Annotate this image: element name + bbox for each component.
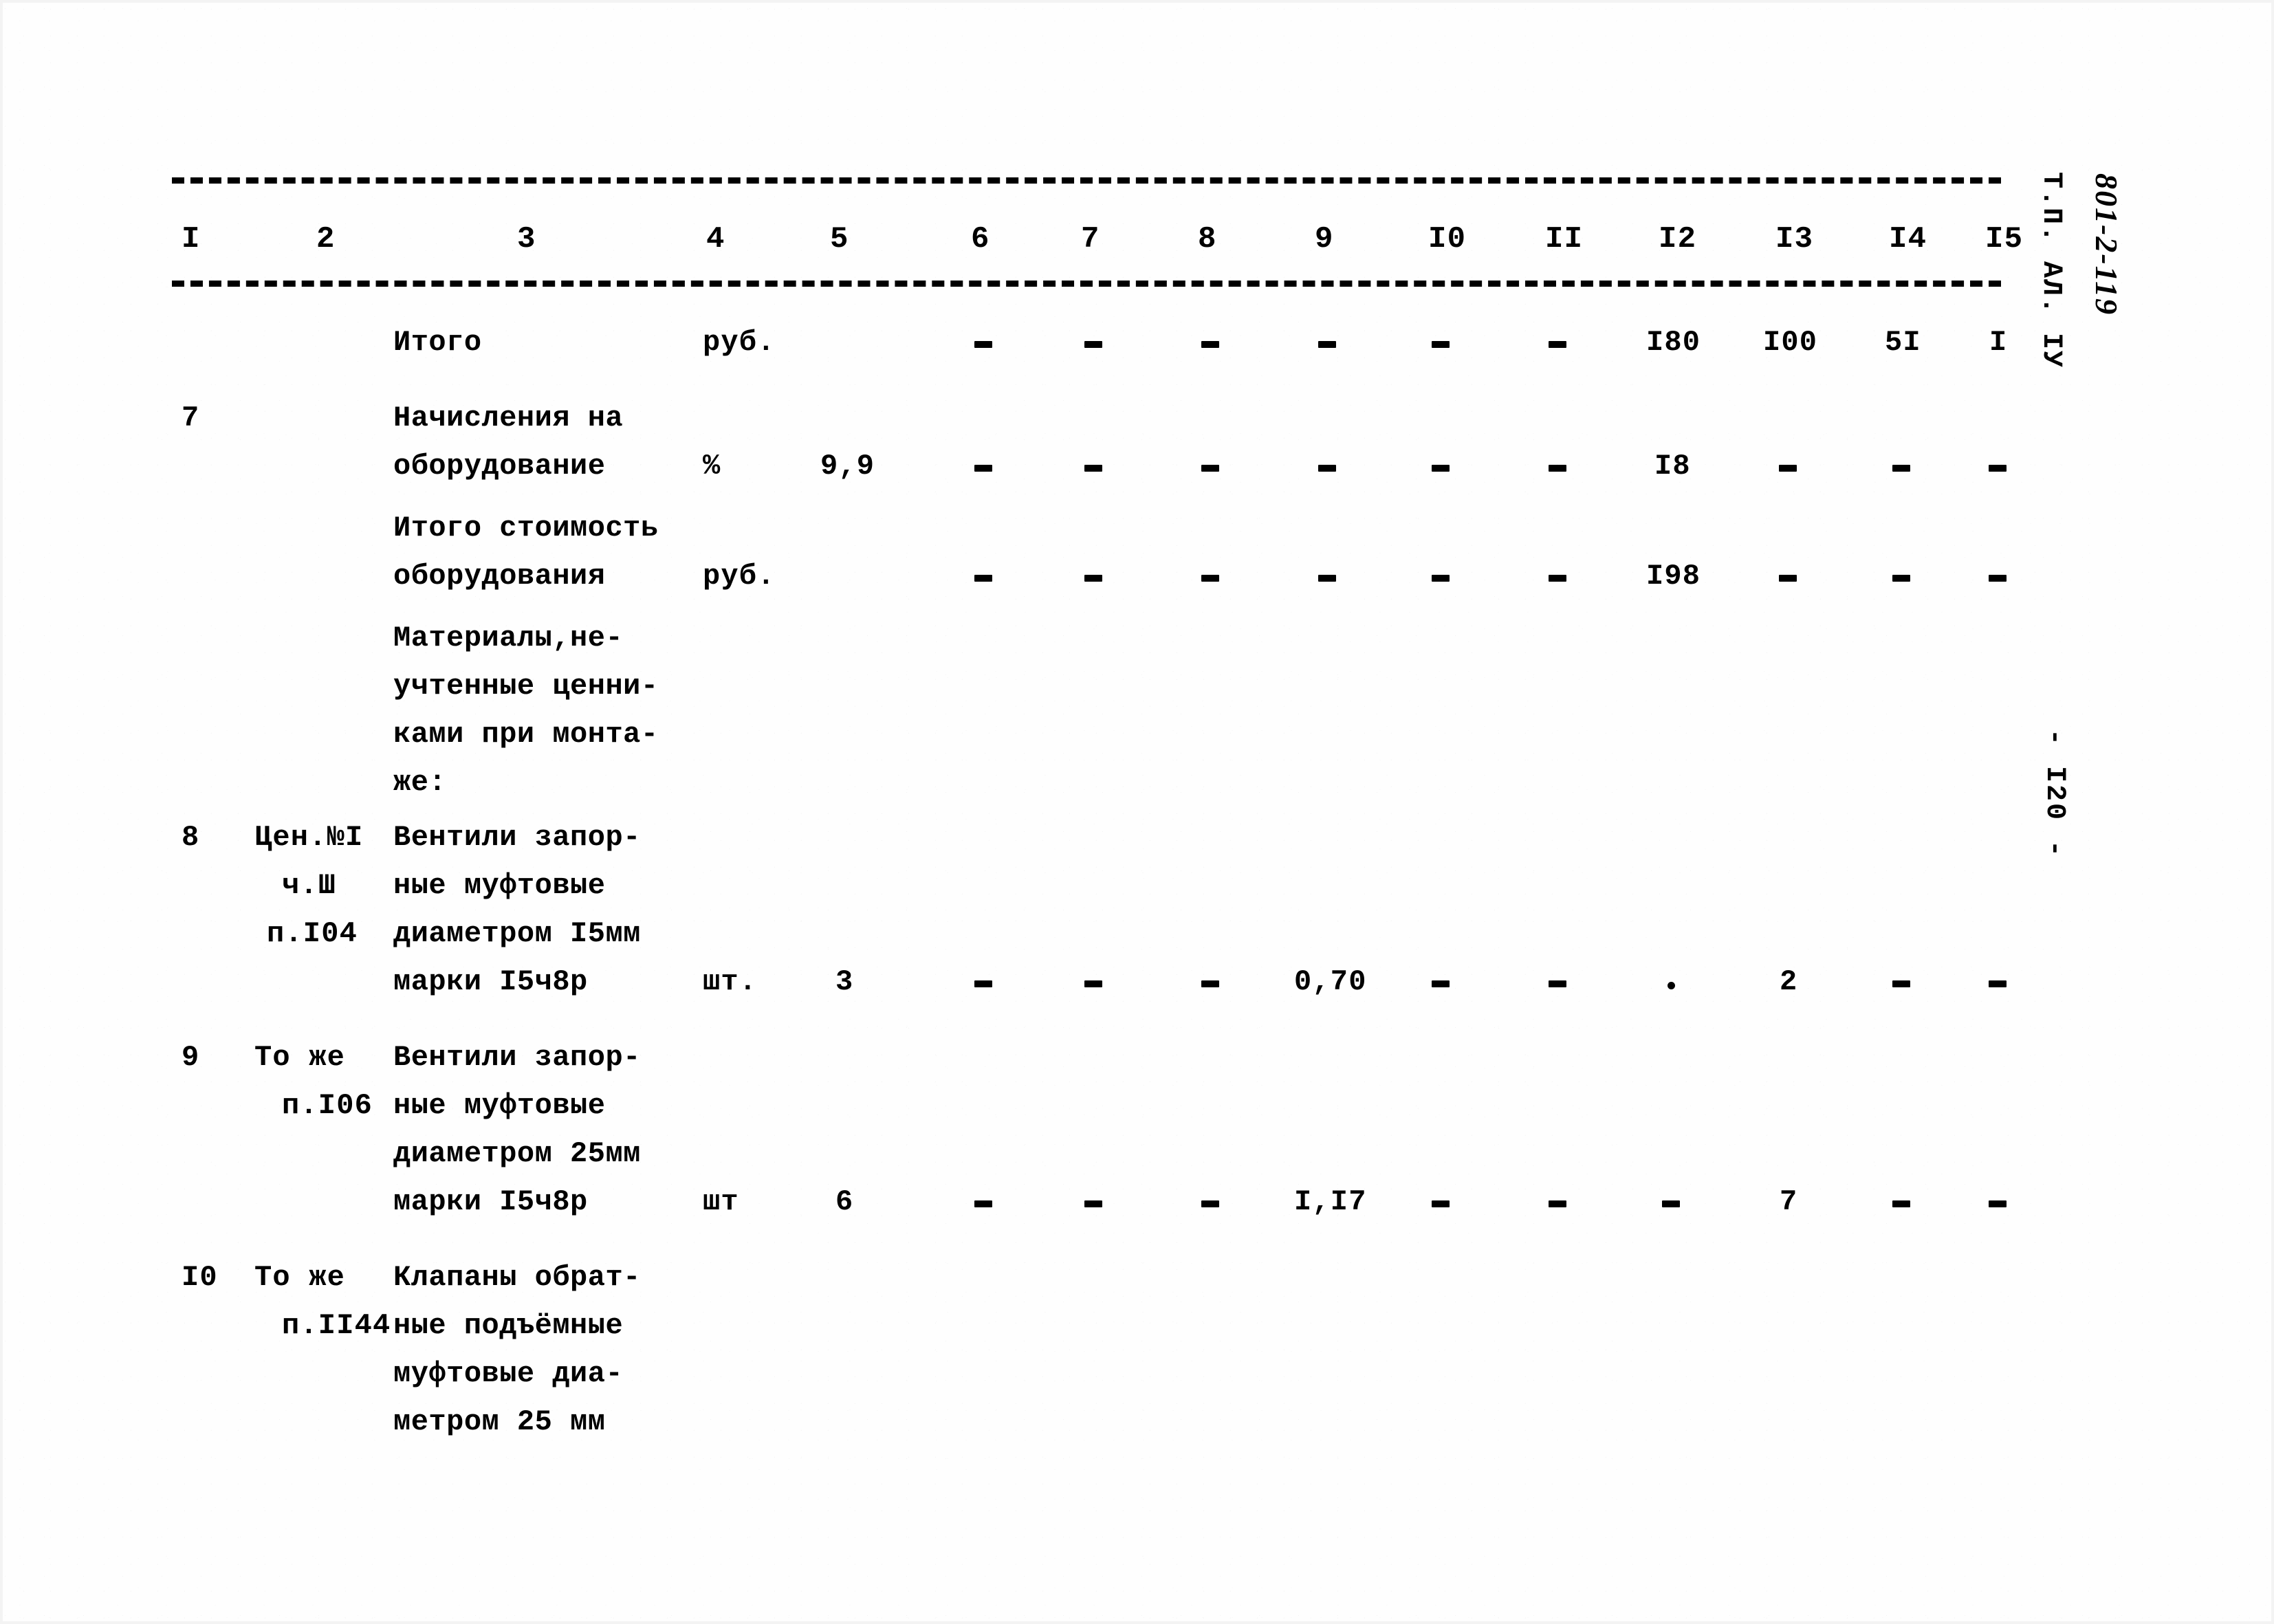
description-line: ные муфтовые (393, 1089, 606, 1122)
empty-value-dash (1318, 465, 1336, 472)
empty-value-dash (1892, 1200, 1910, 1207)
empty-value-dash (1662, 1200, 1680, 1207)
numeric-value-col-12: I98 (1646, 560, 1701, 593)
handwritten-archive-code: 801-2-119 (2089, 173, 2124, 316)
description-line: Клапаны обрат- (393, 1261, 641, 1294)
empty-value-dash (1892, 465, 1910, 472)
numeric-value-col-13: I00 (1763, 326, 1818, 359)
empty-value-dash (1432, 341, 1450, 348)
empty-value-dash (1084, 1200, 1102, 1207)
unit-of-measure: шт. (703, 965, 758, 998)
reference-code-line: п.I06 (282, 1089, 373, 1122)
empty-value-dash (1989, 575, 2007, 582)
numeric-value-col-14: 5I (1885, 326, 1921, 359)
numeric-value-col-15: I (1989, 326, 2008, 359)
empty-value-dash (1549, 465, 1566, 472)
empty-value-dash (1989, 1200, 2007, 1207)
empty-value-dash (1549, 1200, 1566, 1207)
unit-of-measure: руб. (703, 326, 776, 359)
empty-value-dash (1779, 465, 1797, 472)
quantity-value: 9,9 (820, 450, 875, 483)
empty-value-dash (1432, 980, 1450, 987)
empty-value-dash (1318, 575, 1336, 582)
empty-value-dash (1549, 980, 1566, 987)
numeric-value-col-9: 0,70 (1294, 965, 1367, 998)
description-line: диаметром I5мм (393, 917, 641, 950)
description-line: оборудование (393, 450, 606, 483)
description-line: оборудования (393, 560, 606, 593)
empty-value-dash (974, 1200, 992, 1207)
empty-value-dash (1201, 575, 1219, 582)
description-line: Итого (393, 326, 482, 359)
description-line: же: (393, 766, 447, 799)
empty-value-dash (1201, 1200, 1219, 1207)
unit-of-measure: руб. (703, 560, 776, 593)
empty-value-dash (1201, 341, 1219, 348)
empty-value-dash (1084, 980, 1102, 987)
empty-value-dash (1318, 341, 1336, 348)
description-line: учтенные ценни- (393, 670, 659, 703)
description-line: метром 25 мм (393, 1405, 606, 1438)
reference-code-line: То же (254, 1261, 346, 1294)
empty-value-dash (974, 575, 992, 582)
reference-code-line: п.I04 (267, 917, 358, 950)
estimate-table: Итого руб. I80 I00 5I I 7 Начисления на оборудов… (0, 0, 2063, 1624)
page-number: - I20 - (2039, 729, 2070, 859)
item-number: I0 (182, 1261, 218, 1294)
empty-value-dash (1201, 980, 1219, 987)
empty-value-dash (1084, 341, 1102, 348)
empty-value-dash (974, 341, 992, 348)
empty-value-dash (1084, 465, 1102, 472)
numeric-value-col-12: I80 (1646, 326, 1701, 359)
item-number: 7 (182, 402, 200, 435)
empty-value-dash (1989, 465, 2007, 472)
reference-code-line: ч.Ш (282, 869, 337, 902)
empty-value-dash (1892, 575, 1910, 582)
description-line: Вентили запор- (393, 821, 641, 854)
empty-value-dash (1201, 465, 1219, 472)
description-line: марки I5ч8р (393, 1185, 588, 1218)
empty-value-dash (1549, 575, 1566, 582)
quantity-value: 6 (835, 1185, 854, 1218)
description-line: Итого стоимость (393, 512, 659, 545)
unit-of-measure: % (703, 450, 721, 483)
description-line: Материалы,не- (393, 622, 624, 655)
empty-value-dash (1779, 575, 1797, 582)
empty-value-dash (1549, 341, 1566, 348)
empty-value-dash (1432, 465, 1450, 472)
empty-value-dash (1432, 1200, 1450, 1207)
description-line: ные подъёмные (393, 1309, 624, 1342)
item-number: 8 (182, 821, 200, 854)
description-line: Вентили запор- (393, 1041, 641, 1074)
description-line: диаметром 25мм (393, 1137, 641, 1170)
reference-code-line: п.II44 (282, 1309, 391, 1342)
empty-value-dash (974, 465, 992, 472)
numeric-value-col-9: I,I7 (1294, 1185, 1367, 1218)
empty-value-dash (1668, 982, 1675, 989)
reference-code-line: Цен.№I (254, 821, 364, 854)
description-line: марки I5ч8р (393, 965, 588, 998)
description-line: ками при монта- (393, 718, 659, 751)
reference-code-line: То же (254, 1041, 346, 1074)
numeric-value-col-13: 7 (1780, 1185, 1798, 1218)
empty-value-dash (1989, 980, 2007, 987)
description-line: Начисления на (393, 402, 624, 435)
unit-of-measure: шт (703, 1185, 739, 1218)
margin-document-code: Т.П. АЛ. IУ (2035, 172, 2066, 369)
quantity-value: 3 (835, 965, 854, 998)
empty-value-dash (1892, 980, 1910, 987)
empty-value-dash (1084, 575, 1102, 582)
numeric-value-col-13: 2 (1780, 965, 1798, 998)
description-line: муфтовые диа- (393, 1357, 624, 1390)
numeric-value-col-12: I8 (1654, 450, 1691, 483)
empty-value-dash (974, 980, 992, 987)
item-number: 9 (182, 1041, 200, 1074)
empty-value-dash (1432, 575, 1450, 582)
description-line: ные муфтовые (393, 869, 606, 902)
scanned-page: I 2 3 4 5 6 7 8 9 I0 II I2 I3 I4 I5 Итого руб. I80 I00 5I I… (0, 0, 2274, 1624)
